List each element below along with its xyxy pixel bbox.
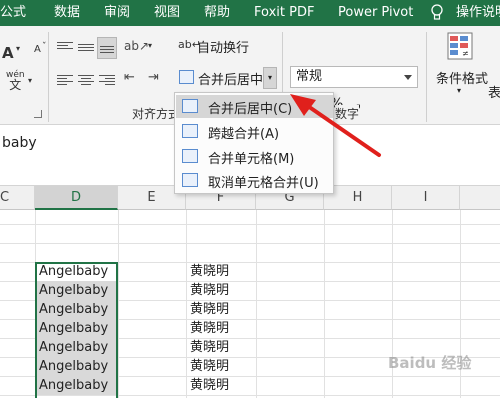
cell-f[interactable]: 黄晓明 xyxy=(187,262,255,281)
chevron-up-icon: ˇ xyxy=(42,42,47,52)
grid-line xyxy=(0,224,500,225)
merge-center-icon xyxy=(182,99,198,113)
align-left-icon[interactable] xyxy=(57,73,73,87)
grid-line xyxy=(118,210,119,398)
divider xyxy=(48,32,49,122)
merge-dropdown-menu: 合并后居中(C) 跨越合并(A) 合并单元格(M) 取消单元格合并(U) xyxy=(174,92,334,194)
font-size-icon[interactable]: A xyxy=(2,44,14,62)
table-format-button[interactable]: 表 xyxy=(488,82,500,101)
merge-dropdown-toggle[interactable]: ▾ xyxy=(263,67,277,89)
merge-cells-icon xyxy=(182,149,198,163)
align-bottom-icon[interactable] xyxy=(97,37,117,59)
chevron-down-icon[interactable]: ▾ xyxy=(457,86,461,95)
conditional-format-button[interactable]: 条件格式 xyxy=(436,68,488,87)
baidu-watermark-icon: Baidu 经验 xyxy=(384,340,496,394)
merge-center-button[interactable]: 合并后居中 xyxy=(198,69,263,88)
tab-review[interactable]: 审阅 xyxy=(104,0,130,26)
unmerge-cells-icon xyxy=(182,173,198,187)
menu-item-label: 合并后居中(C) xyxy=(208,102,293,117)
tab-view[interactable]: 视图 xyxy=(154,0,180,26)
lightbulb-icon xyxy=(431,4,443,20)
selection-range xyxy=(35,262,118,398)
tab-tell-me[interactable]: 操作说明 xyxy=(456,0,500,26)
indent-increase-icon[interactable]: ⇥ xyxy=(148,70,159,85)
tab-foxit-pdf[interactable]: Foxit PDF xyxy=(254,0,314,26)
orientation-icon[interactable]: ab↗ xyxy=(124,39,149,53)
menu-item-merge-across[interactable]: 跨越合并(A) xyxy=(176,120,333,143)
tab-power-pivot[interactable]: Power Pivot xyxy=(338,0,413,26)
ribbon-tab-bar: 公式 数据 审阅 视图 帮助 Foxit PDF Power Pivot 操作说… xyxy=(0,0,500,26)
menu-item-label: 跨越合并(A) xyxy=(208,127,280,142)
tab-data[interactable]: 数据 xyxy=(54,0,80,26)
merge-center-icon[interactable] xyxy=(179,70,194,84)
tab-formulas[interactable]: 公式 xyxy=(0,0,26,26)
menu-item-unmerge-cells[interactable]: 取消单元格合并(U) xyxy=(176,169,333,192)
font-shrink-icon[interactable]: A xyxy=(34,44,41,55)
cell-f[interactable]: 黄晓明 xyxy=(187,357,255,376)
wrap-text-button[interactable]: 自动换行 xyxy=(197,37,249,56)
indent-decrease-icon[interactable]: ⇤ xyxy=(124,70,135,85)
number-format-select[interactable]: 常规 xyxy=(290,66,418,88)
chevron-down-icon[interactable]: ▾ xyxy=(16,44,20,53)
align-middle-icon[interactable] xyxy=(78,42,94,53)
watermark-text: Baidu 经验 xyxy=(388,354,472,372)
menu-item-label: 取消单元格合并(U) xyxy=(208,176,319,191)
menu-item-merge-center[interactable]: 合并后居中(C) xyxy=(176,95,333,118)
chevron-down-icon[interactable]: ▾ xyxy=(28,76,32,85)
number-format-value: 常规 xyxy=(296,69,323,84)
phonetic-icon[interactable]: wén 文 xyxy=(6,70,25,92)
cell-f[interactable]: 黄晓明 xyxy=(187,338,255,357)
alignment-group-label: 对齐方式 xyxy=(132,107,181,121)
align-top-icon[interactable] xyxy=(57,40,73,51)
font-launcher-icon[interactable] xyxy=(34,110,42,118)
menu-item-label: 合并单元格(M) xyxy=(208,152,295,167)
tab-help[interactable]: 帮助 xyxy=(204,0,230,26)
cell-f[interactable]: 黄晓明 xyxy=(187,281,255,300)
align-center-icon[interactable] xyxy=(78,73,94,87)
conditional-format-icon[interactable]: ≠ xyxy=(447,32,473,62)
formula-bar-value: baby xyxy=(2,135,37,151)
grid-line xyxy=(324,210,325,398)
number-group-label: 数字 xyxy=(335,105,360,122)
grid-line xyxy=(256,210,257,398)
divider xyxy=(426,32,427,122)
cell-f[interactable]: 黄晓明 xyxy=(187,319,255,338)
column-header-i[interactable]: I xyxy=(392,186,460,210)
menu-item-merge-cells[interactable]: 合并单元格(M) xyxy=(176,145,333,168)
align-right-icon[interactable] xyxy=(99,73,115,87)
column-header-h[interactable]: H xyxy=(324,186,392,210)
grid-line xyxy=(0,243,500,244)
column-header-d[interactable]: D xyxy=(35,186,118,210)
chevron-down-icon[interactable]: ▾ xyxy=(148,41,152,50)
cell-f[interactable]: 黄晓明 xyxy=(187,376,255,395)
svg-text:≠: ≠ xyxy=(462,49,469,58)
chevron-down-icon xyxy=(404,75,412,80)
merge-across-icon xyxy=(182,124,198,138)
column-header-c[interactable]: C xyxy=(0,186,35,210)
cell-f[interactable]: 黄晓明 xyxy=(187,300,255,319)
column-header-j[interactable] xyxy=(460,186,500,210)
